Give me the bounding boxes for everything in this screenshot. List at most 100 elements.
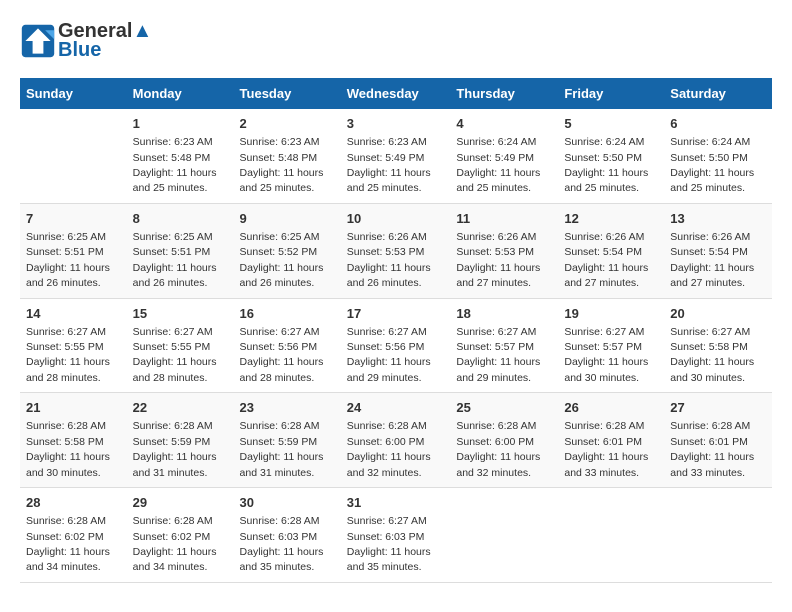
- daylight: Daylight: 11 hours and 28 minutes.: [26, 356, 110, 383]
- weekday-header-thursday: Thursday: [450, 78, 558, 109]
- daylight: Daylight: 11 hours and 29 minutes.: [456, 356, 540, 383]
- day-number: 2: [240, 115, 335, 133]
- sunset: Sunset: 5:54 PM: [564, 246, 642, 258]
- daylight: Daylight: 11 hours and 25 minutes.: [564, 167, 648, 194]
- daylight: Daylight: 11 hours and 32 minutes.: [347, 451, 431, 478]
- sunset: Sunset: 5:51 PM: [26, 246, 104, 258]
- sunset: Sunset: 6:03 PM: [240, 531, 318, 543]
- sunset: Sunset: 5:50 PM: [670, 152, 748, 164]
- day-number: 28: [26, 494, 121, 512]
- week-row-5: 28 Sunrise: 6:28 AM Sunset: 6:02 PM Dayligh…: [20, 488, 772, 583]
- day-cell: 28Sunrise: 6:28 AMSunset: 6:02 PMDayligh…: [20, 488, 127, 583]
- day-cell: [558, 488, 664, 583]
- sunrise: Sunrise: 6:27 AM: [26, 326, 106, 338]
- daylight: Daylight: 11 hours and 30 minutes.: [26, 451, 110, 478]
- day-number: 29: [133, 494, 228, 512]
- day-number: 16: [240, 305, 335, 323]
- sunset: Sunset: 6:01 PM: [670, 436, 748, 448]
- day-cell: 23Sunrise: 6:28 AMSunset: 5:59 PMDayligh…: [234, 393, 341, 488]
- sunset: Sunset: 5:56 PM: [347, 341, 425, 353]
- sunrise: Sunrise: 6:26 AM: [564, 231, 644, 243]
- day-cell: 14Sunrise: 6:27 AMSunset: 5:55 PMDayligh…: [20, 298, 127, 393]
- day-number: 13: [670, 210, 766, 228]
- daylight: Daylight: 11 hours and 32 minutes.: [456, 451, 540, 478]
- daylight: Daylight: 11 hours and 26 minutes.: [26, 262, 110, 289]
- day-cell: 2Sunrise: 6:23 AMSunset: 5:48 PMDaylight…: [234, 109, 341, 203]
- day-cell: 19Sunrise: 6:27 AMSunset: 5:57 PMDayligh…: [558, 298, 664, 393]
- sunset: Sunset: 5:56 PM: [240, 341, 318, 353]
- day-cell: 12 Sunrise: 6:26 AM Sunset: 5:54 PM Dayligh…: [558, 203, 664, 298]
- sunrise: Sunrise: 6:23 AM: [240, 136, 320, 148]
- weekday-header-friday: Friday: [558, 78, 664, 109]
- daylight: Daylight: 11 hours and 34 minutes.: [26, 546, 110, 573]
- sunrise: Sunrise: 6:23 AM: [347, 136, 427, 148]
- weekday-header-sunday: Sunday: [20, 78, 127, 109]
- sunset: Sunset: 5:59 PM: [240, 436, 318, 448]
- weekday-header-wednesday: Wednesday: [341, 78, 451, 109]
- sunset: Sunset: 5:49 PM: [456, 152, 534, 164]
- weekday-header-row: SundayMondayTuesdayWednesdayThursdayFrid…: [20, 78, 772, 109]
- sunrise: Sunrise: 6:27 AM: [670, 326, 750, 338]
- sunset: Sunset: 5:53 PM: [347, 246, 425, 258]
- day-cell: 26Sunrise: 6:28 AMSunset: 6:01 PMDayligh…: [558, 393, 664, 488]
- day-number: 1: [133, 115, 228, 133]
- day-cell: [664, 488, 772, 583]
- sunrise: Sunrise: 6:28 AM: [564, 420, 644, 432]
- day-cell: [20, 109, 127, 203]
- daylight: Daylight: 11 hours and 35 minutes.: [240, 546, 324, 573]
- sunrise: Sunrise: 6:28 AM: [240, 420, 320, 432]
- day-number: 27: [670, 399, 766, 417]
- sunset: Sunset: 6:00 PM: [456, 436, 534, 448]
- day-number: 6: [670, 115, 766, 133]
- day-number: 3: [347, 115, 445, 133]
- day-number: 10: [347, 210, 445, 228]
- sunset: Sunset: 5:52 PM: [240, 246, 318, 258]
- sunset: Sunset: 5:48 PM: [133, 152, 211, 164]
- day-number: 25: [456, 399, 552, 417]
- sunset: Sunset: 6:00 PM: [347, 436, 425, 448]
- sunrise: Sunrise: 6:28 AM: [240, 515, 320, 527]
- day-number: 7: [26, 210, 121, 228]
- day-cell: 7Sunrise: 6:25 AMSunset: 5:51 PMDaylight…: [20, 203, 127, 298]
- daylight: Daylight: 11 hours and 28 minutes.: [240, 356, 324, 383]
- day-cell: 25Sunrise: 6:28 AMSunset: 6:00 PMDayligh…: [450, 393, 558, 488]
- sunset: Sunset: 6:02 PM: [26, 531, 104, 543]
- day-cell: 30Sunrise: 6:28 AMSunset: 6:03 PMDayligh…: [234, 488, 341, 583]
- day-number: 18: [456, 305, 552, 323]
- day-number: 19: [564, 305, 658, 323]
- daylight: Daylight: 11 hours and 30 minutes.: [564, 356, 648, 383]
- sunset: Sunset: 5:53 PM: [456, 246, 534, 258]
- sunset: Sunset: 5:55 PM: [26, 341, 104, 353]
- day-number: 12: [564, 210, 658, 228]
- daylight: Daylight: 11 hours and 34 minutes.: [133, 546, 217, 573]
- daylight: Daylight: 11 hours and 33 minutes.: [670, 451, 754, 478]
- day-cell: 5Sunrise: 6:24 AMSunset: 5:50 PMDaylight…: [558, 109, 664, 203]
- day-cell: 20Sunrise: 6:27 AMSunset: 5:58 PMDayligh…: [664, 298, 772, 393]
- sunset: Sunset: 5:50 PM: [564, 152, 642, 164]
- sunrise: Sunrise: 6:28 AM: [133, 420, 213, 432]
- day-number: 23: [240, 399, 335, 417]
- daylight: Daylight: 11 hours and 26 minutes.: [347, 262, 431, 289]
- week-row-1: 1 Sunrise: 6:23 AM Sunset: 5:48 PM Daylight…: [20, 109, 772, 203]
- day-cell: 8Sunrise: 6:25 AMSunset: 5:51 PMDaylight…: [127, 203, 234, 298]
- day-cell: 3Sunrise: 6:23 AMSunset: 5:49 PMDaylight…: [341, 109, 451, 203]
- day-cell: 10 Sunrise: 6:26 AM Sunset: 5:53 PM Dayligh…: [341, 203, 451, 298]
- day-cell: 22Sunrise: 6:28 AMSunset: 5:59 PMDayligh…: [127, 393, 234, 488]
- week-row-4: 21Sunrise: 6:28 AMSunset: 5:58 PMDayligh…: [20, 393, 772, 488]
- weekday-header-tuesday: Tuesday: [234, 78, 341, 109]
- daylight: Daylight: 11 hours and 27 minutes.: [564, 262, 648, 289]
- daylight: Daylight: 11 hours and 31 minutes.: [133, 451, 217, 478]
- sunrise: Sunrise: 6:24 AM: [564, 136, 644, 148]
- sunrise: Sunrise: 6:24 AM: [456, 136, 536, 148]
- day-number: 26: [564, 399, 658, 417]
- day-number: 24: [347, 399, 445, 417]
- sunset: Sunset: 6:02 PM: [133, 531, 211, 543]
- sunrise: Sunrise: 6:27 AM: [347, 515, 427, 527]
- sunrise: Sunrise: 6:26 AM: [347, 231, 427, 243]
- sunrise: Sunrise: 6:26 AM: [670, 231, 750, 243]
- day-cell: 11Sunrise: 6:26 AMSunset: 5:53 PMDayligh…: [450, 203, 558, 298]
- day-cell: 31Sunrise: 6:27 AMSunset: 6:03 PMDayligh…: [341, 488, 451, 583]
- sunrise: Sunrise: 6:27 AM: [240, 326, 320, 338]
- sunset: Sunset: 5:49 PM: [347, 152, 425, 164]
- sunrise: Sunrise: 6:28 AM: [670, 420, 750, 432]
